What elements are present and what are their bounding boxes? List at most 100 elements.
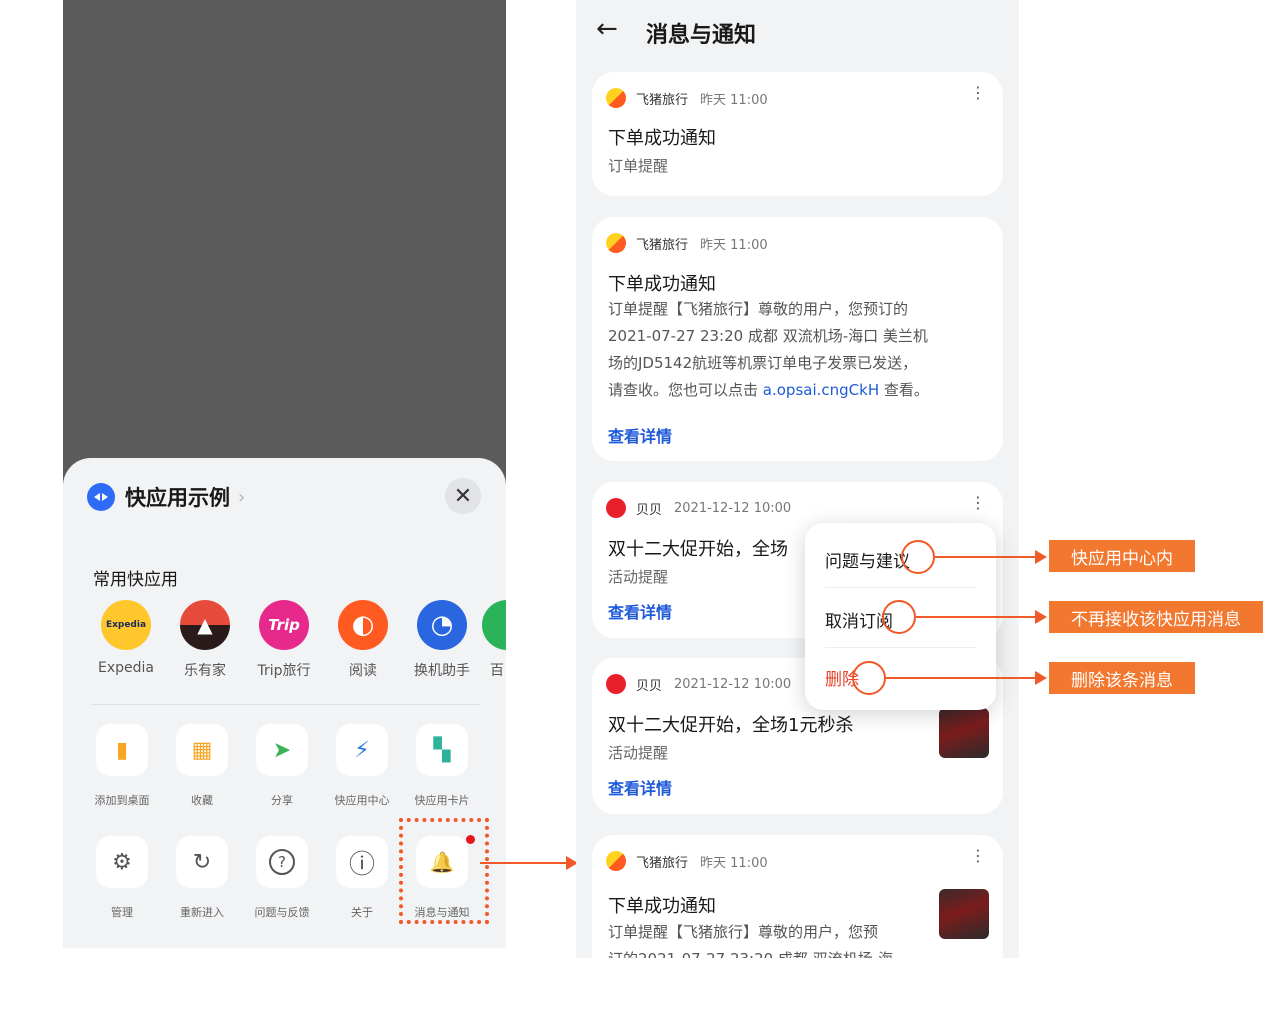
expedia-icon: Expedia [101, 600, 151, 650]
quick-app-logo-icon [87, 483, 115, 511]
card-header: 飞猪旅行 昨天 11:00 [606, 851, 768, 871]
chevron-right-icon: › [238, 486, 246, 508]
body-line: 订单提醒【飞猪旅行】尊敬的用户，您预 [608, 923, 879, 941]
notification-card[interactable]: 飞猪旅行 昨天 11:00 ⋮ 下单成功通知 订单提醒【飞猪旅行】尊敬的用户，您… [592, 835, 1003, 958]
more-options-icon[interactable]: ⋮ [970, 847, 986, 865]
reader-icon: ◐ [338, 600, 388, 650]
partial-app-icon [482, 600, 506, 650]
fliggy-logo-icon [606, 233, 626, 253]
quick-app-menu-sheet: 快应用示例 › ✕ 常用快应用 Expedia Expedia ▲ 乐有家 Tr… [63, 458, 506, 948]
tool-share[interactable]: ➤ 分享 [242, 724, 322, 808]
reload-icon: ↻ [176, 836, 228, 888]
card-header: 贝贝 2021-12-12 10:00 [606, 674, 791, 694]
tool-favorite[interactable]: ▦ 收藏 [162, 724, 242, 808]
view-details-link[interactable]: 查看详情 [608, 775, 672, 799]
gear-icon: ⚙ [96, 836, 148, 888]
body-line: 订的2021-07-27 23:20 成都 双流机场-海 [608, 946, 928, 958]
menu-item-feedback[interactable]: 问题与建议 [825, 547, 910, 572]
fliggy-logo-icon [606, 851, 626, 871]
card-title: 下单成功通知 [608, 128, 716, 149]
tool-quick-app-card[interactable]: ▚ 快应用卡片 [402, 724, 482, 808]
close-icon: ✕ [453, 483, 473, 509]
source-name: 贝贝 [636, 502, 663, 518]
card-title: 下单成功通知 [608, 274, 716, 295]
tool-quick-app-center[interactable]: ⚡ 快应用中心 [322, 724, 402, 808]
fliggy-logo-icon [606, 88, 626, 108]
timestamp: 2021-12-12 10:00 [674, 676, 792, 692]
sheet-title: 快应用示例 [125, 486, 230, 510]
common-apps-row: Expedia Expedia ▲ 乐有家 Trip Trip旅行 ◐ 阅读 ◔… [63, 600, 506, 690]
tool-label: 分享 [271, 794, 293, 807]
notification-card[interactable]: 飞猪旅行 昨天 11:00 ⋮ 下单成功通知 订单提醒 [592, 72, 1003, 196]
tool-about[interactable]: ⓘ 关于 [322, 836, 402, 920]
card-subtitle: 活动提醒 [608, 744, 669, 762]
app-label: Trip旅行 [257, 663, 311, 679]
tool-manage[interactable]: ⚙ 管理 [82, 836, 162, 920]
card-body: 订单提醒【飞猪旅行】尊敬的用户，您预 订的2021-07-27 23:20 成都… [608, 919, 928, 958]
timestamp: 昨天 11:00 [700, 237, 768, 253]
more-options-icon[interactable]: ⋮ [970, 84, 986, 102]
tool-label: 关于 [351, 906, 373, 919]
body-line: 订单提醒【飞猪旅行】尊敬的用户，您预订的 [608, 300, 909, 318]
view-details-link[interactable]: 查看详情 [608, 423, 672, 447]
card-header: 飞猪旅行 昨天 11:00 [606, 233, 768, 253]
app-item-leyoujia[interactable]: ▲ 乐有家 [166, 600, 244, 680]
trip-icon: Trip [259, 600, 309, 650]
card-subtitle: 活动提醒 [608, 568, 669, 586]
app-label: Expedia [98, 660, 154, 676]
source-name: 飞猪旅行 [636, 92, 689, 108]
tool-label: 添加到桌面 [94, 794, 150, 807]
tool-reload[interactable]: ↻ 重新进入 [162, 836, 242, 920]
app-item-partial[interactable]: 百 [482, 600, 506, 680]
timestamp: 昨天 11:00 [700, 855, 768, 871]
tool-help-feedback[interactable]: ? 问题与反馈 [242, 836, 322, 920]
card-title: 双十二大促开始，全场1元秒杀 [608, 715, 854, 736]
source-name: 飞猪旅行 [636, 855, 689, 871]
close-button[interactable]: ✕ [445, 478, 481, 514]
app-label: 阅读 [349, 663, 377, 679]
beibei-logo-icon [606, 674, 626, 694]
question-mark-icon: ? [269, 849, 295, 875]
annotation-label-unsubscribe: 不再接收该快应用消息 [1049, 601, 1263, 633]
source-name: 贝贝 [636, 678, 663, 694]
menu-divider [825, 587, 977, 588]
body-text: 请查收。您也可以点击 [608, 381, 763, 399]
back-arrow-icon[interactable]: ← [596, 14, 618, 44]
body-text: 查看。 [879, 381, 929, 399]
view-details-link[interactable]: 查看详情 [608, 599, 672, 623]
more-options-icon[interactable]: ⋮ [970, 494, 986, 512]
quick-app-card-icon: ▚ [416, 724, 468, 776]
phone-clone-icon: ◔ [417, 600, 467, 650]
help-icon: ? [256, 836, 308, 888]
right-phone-screen: ← 消息与通知 飞猪旅行 昨天 11:00 ⋮ 下单成功通知 订单提醒 飞猪旅行… [576, 0, 1019, 958]
annotation-circle [882, 600, 916, 634]
annotation-line [935, 556, 1035, 558]
card-title: 下单成功通知 [608, 896, 716, 917]
app-label: 乐有家 [184, 663, 226, 679]
annotation-arrowhead [1035, 610, 1047, 624]
app-item-trip[interactable]: Trip Trip旅行 [245, 600, 323, 680]
promo-thumbnail-image [939, 889, 989, 939]
promo-thumbnail-image [939, 708, 989, 758]
body-line: 请查收。您也可以点击 a.opsai.cngCkH 查看。 [608, 377, 988, 404]
short-link[interactable]: a.opsai.cngCkH [763, 381, 879, 399]
app-label: 换机助手 [414, 663, 470, 679]
tool-label: 重新进入 [180, 906, 224, 919]
app-item-expedia[interactable]: Expedia Expedia [87, 600, 165, 676]
notification-card[interactable]: 飞猪旅行 昨天 11:00 下单成功通知 订单提醒【飞猪旅行】尊敬的用户，您预订… [592, 217, 1003, 461]
tool-label: 管理 [111, 906, 133, 919]
app-item-reader[interactable]: ◐ 阅读 [324, 600, 402, 680]
body-line: 场的JD5142航班等机票订单电子发票已发送， [608, 354, 918, 372]
tool-label: 快应用卡片 [414, 794, 470, 807]
app-item-phone-clone[interactable]: ◔ 换机助手 [403, 600, 481, 680]
card-title: 双十二大促开始，全场 [608, 539, 788, 560]
annotation-label-feedback: 快应用中心内 [1049, 540, 1195, 572]
sheet-header[interactable]: 快应用示例 › [87, 482, 245, 512]
notifications-highlight-box [399, 818, 489, 924]
app-label: 百 [490, 663, 504, 679]
beibei-logo-icon [606, 498, 626, 518]
tool-label: 快应用中心 [334, 794, 390, 807]
share-icon: ➤ [256, 724, 308, 776]
add-to-desktop-icon: ▮ [96, 724, 148, 776]
tool-add-to-desktop[interactable]: ▮ 添加到桌面 [82, 724, 162, 808]
